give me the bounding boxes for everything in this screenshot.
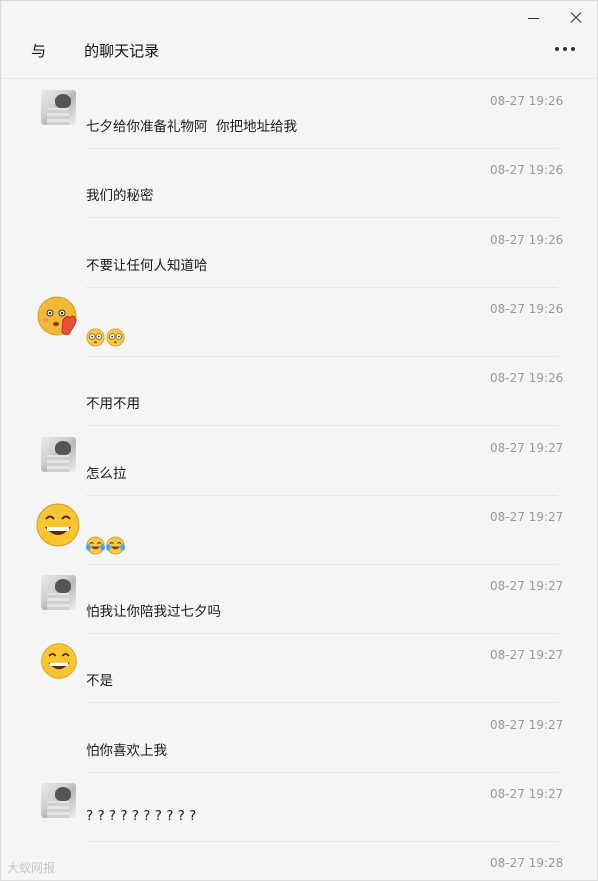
message-row[interactable]: 08-27 19:26 七夕给你准备礼物阿 你把地址给我 xyxy=(1,80,597,149)
avatar[interactable] xyxy=(35,294,81,340)
message-row[interactable]: 08-27 19:26 xyxy=(1,288,597,357)
message-text: ? ? ? ? ? ? ? ? ? ? xyxy=(86,808,197,824)
more-icon[interactable] xyxy=(555,45,577,55)
message-time: 08-27 19:27 xyxy=(490,579,564,594)
message-time: 08-27 19:26 xyxy=(490,232,564,247)
message-row[interactable]: 08-27 19:28 喜欢你不是很正常吗 xyxy=(1,842,597,880)
avatar[interactable] xyxy=(41,436,76,472)
avatar[interactable] xyxy=(40,642,78,680)
message-row[interactable]: 08-27 19:27 不是 xyxy=(1,634,597,704)
message-row[interactable]: 08-27 19:27 ? ? ? ? ? ? ? ? ? ? xyxy=(1,773,597,842)
message-time: 08-27 19:27 xyxy=(490,509,564,524)
message-time: 08-27 19:26 xyxy=(490,94,564,108)
message-list[interactable]: 08-27 19:26 七夕给你准备礼物阿 你把地址给我 08-27 19:26 我们… xyxy=(1,80,597,880)
close-icon[interactable] xyxy=(569,11,583,25)
laughing-tears-icon xyxy=(106,536,126,559)
avatar[interactable] xyxy=(35,502,81,548)
message-row[interactable]: 08-27 19:27 怎么拉 xyxy=(1,427,597,496)
avatar[interactable] xyxy=(41,575,76,611)
message-text: 我们的秘密 xyxy=(86,188,154,205)
message-row[interactable]: 08-27 19:26 我们的秘密 xyxy=(1,149,597,219)
message-text: 不是 xyxy=(86,673,113,690)
message-time: 08-27 19:27 xyxy=(490,648,564,663)
message-text: 怎么拉 xyxy=(86,465,127,482)
message-time: 08-27 19:28 xyxy=(490,856,564,871)
message-time: 08-27 19:27 xyxy=(490,440,564,455)
message-emojis xyxy=(86,328,126,348)
watermark: 大蚁网报 xyxy=(7,861,56,875)
message-row[interactable]: 08-27 19:27 怕你喜欢上我 xyxy=(1,704,597,773)
flushed-icon xyxy=(86,328,106,351)
message-time: 08-27 19:26 xyxy=(490,163,564,178)
message-time: 08-27 19:26 xyxy=(490,301,564,316)
avatar[interactable] xyxy=(41,90,76,125)
message-row[interactable]: 08-27 19:27 怕我让你陪我过七夕吗 xyxy=(1,565,597,635)
title-bar: 与 的聊天记录 xyxy=(1,1,597,79)
message-text: 不要让任何人知道哈 xyxy=(86,257,208,274)
message-time: 08-27 19:27 xyxy=(490,717,564,732)
message-row[interactable]: 08-27 19:26 不用不用 xyxy=(1,357,597,427)
message-emojis xyxy=(86,536,126,556)
minimize-icon[interactable] xyxy=(527,11,541,25)
message-text: 怕我让你陪我过七夕吗 xyxy=(86,604,221,621)
message-row[interactable]: 08-27 19:26 不要让任何人知道哈 xyxy=(1,219,597,288)
avatar[interactable] xyxy=(41,783,76,818)
message-text: 喜欢你不是很正常吗 xyxy=(86,877,208,880)
chat-history-window: 与 的聊天记录 08-27 19:26 七夕给你准备礼物阿 你把地址给我 08-27… xyxy=(0,0,598,881)
flushed-icon xyxy=(106,328,126,351)
page-title: 与 的聊天记录 xyxy=(31,42,160,60)
laughing-tears-icon xyxy=(86,536,106,559)
message-time: 08-27 19:27 xyxy=(490,787,564,801)
message-time: 08-27 19:26 xyxy=(490,371,564,386)
message-text: 怕你喜欢上我 xyxy=(86,742,167,759)
scrollbar[interactable] xyxy=(593,80,597,880)
message-text: 不用不用 xyxy=(86,396,140,413)
message-row[interactable]: 08-27 19:27 xyxy=(1,496,597,565)
message-text: 七夕给你准备礼物阿 你把地址给我 xyxy=(86,119,298,135)
